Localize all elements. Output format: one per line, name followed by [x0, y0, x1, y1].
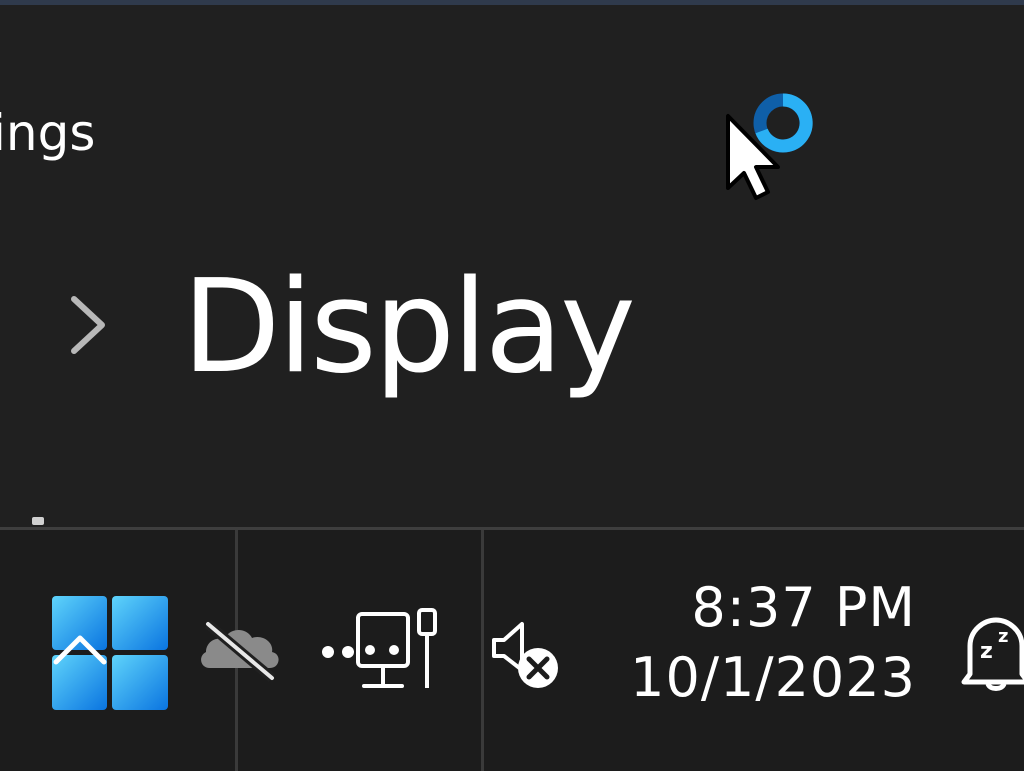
app-title: ings [0, 104, 96, 162]
notification-do-not-disturb-icon[interactable]: z z [956, 612, 1024, 692]
clock-date: 10/1/2023 [630, 646, 916, 709]
settings-window: ings Display [0, 5, 1024, 527]
svg-text:z: z [998, 626, 1008, 647]
taskbar-divider [481, 530, 484, 771]
taskbar-clock[interactable]: 8:37 PM 10/1/2023 [610, 576, 916, 710]
clock-time: 8:37 PM [691, 576, 916, 639]
volume-muted-icon[interactable] [488, 618, 564, 694]
breadcrumb-chevron-icon [71, 296, 105, 354]
taskbar: 8:37 PM 10/1/2023 z z [0, 527, 1024, 771]
start-button[interactable] [50, 594, 170, 712]
page-title: Display [182, 253, 636, 402]
svg-text:z: z [980, 639, 993, 664]
onedrive-offline-icon[interactable] [196, 618, 284, 682]
mouse-pointer-icon [726, 114, 780, 200]
text-fragment [32, 517, 44, 525]
network-ethernet-icon[interactable] [318, 608, 446, 692]
